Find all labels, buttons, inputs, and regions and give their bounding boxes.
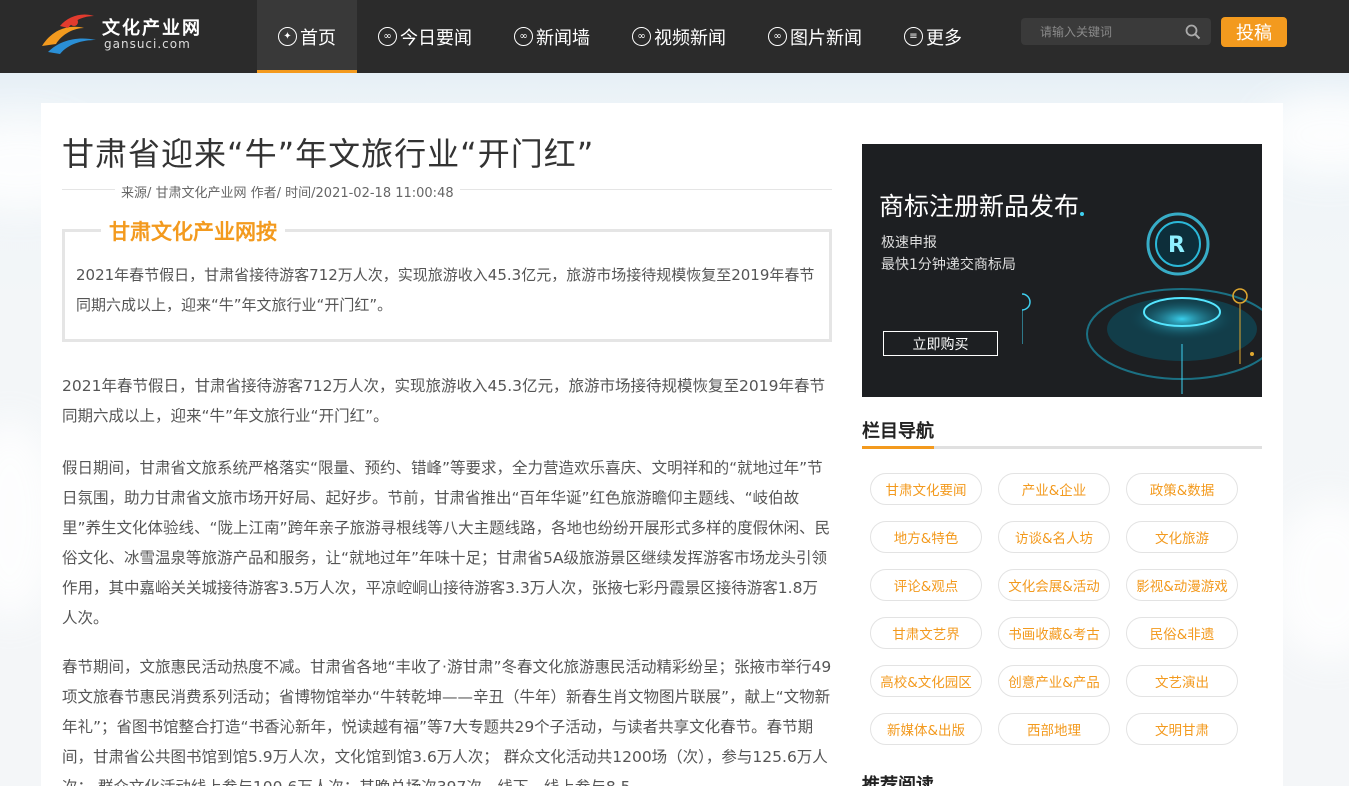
search-box bbox=[1021, 18, 1211, 45]
category-tag[interactable]: 高校&文化园区 bbox=[870, 665, 982, 697]
category-tag[interactable]: 地方&特色 bbox=[870, 521, 982, 553]
top-navigation-bar: 文化产业网 gansuci.com ✦ 首页 ∞ 今日要闻 ∞ 新闻墙 ∞ 视频… bbox=[0, 0, 1349, 73]
article-title: 甘肃省迎来“牛”年文旅行业“开门红” bbox=[62, 135, 595, 173]
link-icon: ∞ bbox=[514, 27, 533, 46]
link-icon: ∞ bbox=[768, 27, 787, 46]
category-tag[interactable]: 文艺演出 bbox=[1126, 665, 1238, 697]
trademark-ad-banner[interactable]: 商标注册新品发布 极速申报 最快1分钟递交商标局 立即购买 R bbox=[862, 144, 1262, 397]
search-icon bbox=[1185, 24, 1201, 39]
search-input[interactable] bbox=[1021, 24, 1181, 39]
nav-home[interactable]: ✦ 首页 bbox=[257, 0, 357, 73]
ad-subtitle: 最快1分钟递交商标局 bbox=[881, 257, 1016, 273]
category-tag[interactable]: 西部地理 bbox=[998, 713, 1110, 745]
article-paragraph: 2021年春节假日，甘肃省接待游客712万人次，实现旅游收入45.3亿元，旅游市… bbox=[62, 377, 825, 425]
nav-news-wall[interactable]: ∞ 新闻墙 bbox=[493, 0, 611, 73]
ad-buy-button[interactable]: 立即购买 bbox=[883, 331, 998, 356]
recommended-reading-title: 推荐阅读 bbox=[862, 775, 934, 786]
category-tag[interactable]: 文化会展&活动 bbox=[998, 569, 1110, 601]
nav-news-wall-label: 新闻墙 bbox=[536, 27, 590, 49]
nav-video-news[interactable]: ∞ 视频新闻 bbox=[611, 0, 747, 73]
category-tag[interactable]: 访谈&名人坊 bbox=[998, 521, 1110, 553]
nav-video-news-label: 视频新闻 bbox=[654, 27, 726, 49]
nav-today-news[interactable]: ∞ 今日要闻 bbox=[357, 0, 493, 73]
registered-mark: R bbox=[1168, 233, 1185, 258]
main-nav: ✦ 首页 ∞ 今日要闻 ∞ 新闻墙 ∞ 视频新闻 ∞ 图片新闻 ≡ 更多 bbox=[257, 0, 983, 73]
link-icon: ∞ bbox=[632, 27, 651, 46]
globe-icon: ✦ bbox=[278, 27, 297, 46]
link-icon: ∞ bbox=[378, 27, 397, 46]
nav-more-label: 更多 bbox=[926, 27, 962, 49]
category-tag[interactable]: 政策&数据 bbox=[1126, 473, 1238, 505]
search-button[interactable] bbox=[1181, 20, 1205, 44]
category-tag[interactable]: 创意产业&产品 bbox=[998, 665, 1110, 697]
main-content-card: 甘肃省迎来“牛”年文旅行业“开门红” 来源/ 甘肃文化产业网 作者/ 时间/20… bbox=[41, 103, 1283, 786]
category-tag[interactable]: 评论&观点 bbox=[870, 569, 982, 601]
logo-swoosh-icon bbox=[42, 14, 96, 54]
nav-today-news-label: 今日要闻 bbox=[400, 27, 472, 49]
section-nav-underline bbox=[862, 446, 1262, 449]
category-tag[interactable]: 新媒体&出版 bbox=[870, 713, 982, 745]
category-tag[interactable]: 文化旅游 bbox=[1126, 521, 1238, 553]
abstract-title: 甘肃文化产业网按 bbox=[101, 216, 285, 246]
site-logo[interactable]: 文化产业网 gansuci.com bbox=[38, 8, 203, 58]
trademark-platform-graphic: R bbox=[1022, 212, 1262, 394]
nav-more[interactable]: ≡ 更多 bbox=[883, 0, 983, 73]
list-icon: ≡ bbox=[904, 27, 923, 46]
article-paragraph: 春节期间，文旅惠民活动热度不减。甘肃省各地“丰收了·游甘肃”冬春文化旅游惠民活动… bbox=[62, 658, 832, 786]
category-tag[interactable]: 书画收藏&考古 bbox=[998, 617, 1110, 649]
abstract-text: 2021年春节假日，甘肃省接待游客712万人次，实现旅游收入45.3亿元，旅游市… bbox=[76, 266, 815, 314]
submit-article-button[interactable]: 投稿 bbox=[1221, 17, 1287, 47]
category-tag[interactable]: 文明甘肃 bbox=[1126, 713, 1238, 745]
category-tag[interactable]: 民俗&非遗 bbox=[1126, 617, 1238, 649]
category-tag[interactable]: 甘肃文化要闻 bbox=[870, 473, 982, 505]
category-tag[interactable]: 产业&企业 bbox=[998, 473, 1110, 505]
ad-subtitle: 极速申报 bbox=[881, 235, 937, 251]
logo-domain: gansuci.com bbox=[104, 37, 191, 51]
category-tag[interactable]: 甘肃文艺界 bbox=[870, 617, 982, 649]
article-paragraph: 假日期间，甘肃省文旅系统严格落实“限量、预约、错峰”等要求，全力营造欢乐喜庆、文… bbox=[62, 459, 831, 627]
category-tag[interactable]: 影视&动漫游戏 bbox=[1126, 569, 1238, 601]
article-abstract-box: 甘肃文化产业网按 2021年春节假日，甘肃省接待游客712万人次，实现旅游收入4… bbox=[62, 216, 832, 342]
article-meta: 来源/ 甘肃文化产业网 作者/ 时间/2021-02-18 11:00:48 bbox=[115, 182, 460, 201]
section-nav-title: 栏目导航 bbox=[862, 421, 934, 442]
nav-photo-news-label: 图片新闻 bbox=[790, 27, 862, 49]
nav-home-label: 首页 bbox=[300, 27, 336, 49]
nav-photo-news[interactable]: ∞ 图片新闻 bbox=[747, 0, 883, 73]
